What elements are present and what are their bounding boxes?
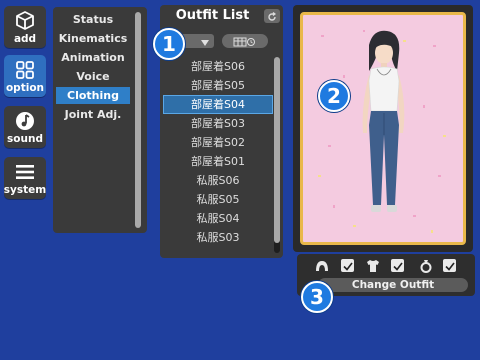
hair-icon [314, 258, 330, 278]
callout-badge-2: 2 [318, 80, 350, 112]
check-icon [342, 256, 353, 275]
sidebar-option-label: option [5, 82, 45, 94]
callout-badge-1: 1 [153, 28, 185, 60]
option-joint-adj[interactable]: Joint Adj. [56, 106, 130, 123]
outfit-list-scrollbar-thumb[interactable] [274, 57, 280, 243]
preview-panel [293, 5, 473, 252]
option-kinematics[interactable]: Kinematics [56, 30, 130, 47]
hair-checkbox[interactable] [341, 259, 354, 272]
option-animation[interactable]: Animation [56, 49, 130, 66]
options-scrollbar-thumb[interactable] [135, 12, 141, 228]
callout-badge-3: 3 [301, 281, 333, 313]
sidebar-sound-button[interactable]: sound [4, 106, 46, 148]
outfit-item[interactable]: 部屋着S06 [164, 58, 272, 75]
shirt-icon [365, 258, 381, 278]
sort-button[interactable] [222, 34, 268, 48]
outfit-item[interactable]: 私服S06 [164, 172, 272, 189]
outfit-item[interactable]: 部屋着S03 [164, 115, 272, 132]
refresh-icon [267, 7, 277, 26]
grid-icon [15, 58, 35, 82]
outfit-item[interactable]: 私服S05 [164, 191, 272, 208]
option-status[interactable]: Status [56, 11, 130, 28]
ring-icon [418, 258, 434, 278]
refresh-button[interactable] [264, 9, 280, 23]
options-panel: Status Kinematics Animation Voice Clothi… [53, 7, 147, 233]
options-scrollbar[interactable] [135, 12, 141, 228]
outfit-list-scrollbar[interactable] [274, 57, 280, 253]
shirt-checkbox[interactable] [391, 259, 404, 272]
character-preview[interactable] [300, 12, 466, 245]
outfit-item[interactable]: 部屋着S05 [164, 77, 272, 94]
outfit-item[interactable]: 私服S03 [164, 229, 272, 246]
sidebar-add-button[interactable]: add [4, 6, 46, 48]
character-figure [318, 30, 446, 233]
outfit-item[interactable]: 部屋着S01 [164, 153, 272, 170]
check-icon [392, 256, 403, 275]
option-clothing[interactable]: Clothing [56, 87, 130, 104]
outfit-item[interactable]: 部屋着S02 [164, 134, 272, 151]
calendar-clock-icon [233, 32, 257, 51]
menu-icon [15, 160, 35, 184]
outfit-list-title: Outfit List [175, 8, 250, 23]
sidebar-system-button[interactable]: system [4, 157, 46, 199]
sidebar-sound-label: sound [7, 133, 43, 145]
option-voice[interactable]: Voice [56, 68, 130, 85]
cube-icon [14, 9, 36, 33]
filter-dropdown[interactable] [180, 34, 214, 48]
outfit-item[interactable]: 私服S04 [164, 210, 272, 227]
sidebar-system-label: system [3, 184, 47, 196]
music-note-icon [14, 109, 36, 133]
chevron-down-icon [200, 32, 210, 51]
accessory-checkbox[interactable] [443, 259, 456, 272]
check-icon [444, 256, 455, 275]
outfit-item-selected[interactable]: 部屋着S04 [163, 95, 273, 114]
sidebar-option-button[interactable]: option [4, 55, 46, 97]
sidebar-add-label: add [13, 33, 37, 45]
change-outfit-button[interactable]: Change Outfit [318, 278, 468, 292]
